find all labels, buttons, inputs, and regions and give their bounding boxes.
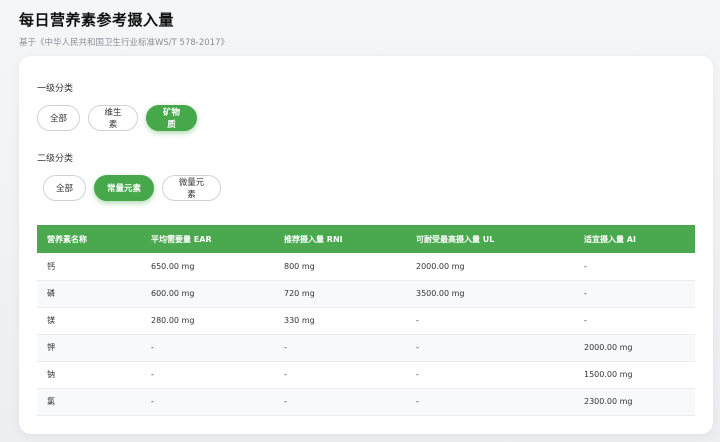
cell-ear: 650.00 mg [141, 253, 274, 281]
cell-name: 磷 [37, 280, 141, 308]
level1-chip-vitamin[interactable]: 维生素 [88, 105, 138, 131]
level2-chip-all[interactable]: 全部 [43, 175, 86, 201]
level2-label: 二级分类 [37, 154, 74, 164]
cell-ai: - [574, 307, 695, 335]
table-row: 镁 280.00 mg 330 mg - - [37, 307, 695, 335]
cell-name: 钠 [37, 361, 141, 389]
page-title: 每日营养素参考摄入量 [19, 11, 175, 29]
cell-ul: 3500.00 mg [406, 280, 574, 308]
level2-chip-row: 全部 常量元素 微量元素 [43, 175, 221, 201]
table-row: 钾 - - - 2000.00 mg [37, 334, 695, 362]
page-header: 每日营养素参考摄入量 基于《中华人民共和国卫生行业标准WS/T 578-2017… [19, 9, 229, 48]
cell-name: 氯 [37, 388, 141, 416]
cell-ear: - [141, 388, 274, 416]
level1-chip-mineral[interactable]: 矿物质 [146, 105, 197, 131]
nutrient-table: 营养素名称 平均需要量 EAR 推荐摄入量 RNI 可耐受最高摄入量 UL 适宜… [37, 225, 695, 416]
cell-ul: - [406, 334, 574, 362]
cell-ear: 600.00 mg [141, 280, 274, 308]
cell-rni: 720 mg [274, 280, 406, 308]
cell-name: 钾 [37, 334, 141, 362]
cell-rni: - [274, 361, 406, 389]
table-row: 氯 - - - 2300.00 mg [37, 388, 695, 416]
cell-ear: - [141, 361, 274, 389]
column-header-ai[interactable]: 适宜摄入量 AI [574, 225, 695, 253]
cell-ear: 280.00 mg [141, 307, 274, 335]
cell-ai: - [574, 253, 695, 281]
table-header-row: 营养素名称 平均需要量 EAR 推荐摄入量 RNI 可耐受最高摄入量 UL 适宜… [37, 225, 695, 253]
table-row: 磷 600.00 mg 720 mg 3500.00 mg - [37, 280, 695, 308]
cell-rni: - [274, 334, 406, 362]
level2-chip-macro[interactable]: 常量元素 [94, 175, 154, 201]
level1-label: 一级分类 [37, 84, 74, 94]
level1-chip-row: 全部 维生素 矿物质 [37, 105, 197, 131]
page-subtitle: 基于《中华人民共和国卫生行业标准WS/T 578-2017》 [19, 38, 229, 48]
cell-name: 镁 [37, 307, 141, 335]
column-header-ear[interactable]: 平均需要量 EAR [141, 225, 274, 253]
nutrient-table-wrap: 营养素名称 平均需要量 EAR 推荐摄入量 RNI 可耐受最高摄入量 UL 适宜… [37, 225, 695, 416]
cell-ul: - [406, 361, 574, 389]
column-header-rni[interactable]: 推荐摄入量 RNI [274, 225, 406, 253]
level1-chip-all[interactable]: 全部 [37, 105, 80, 131]
cell-rni: 330 mg [274, 307, 406, 335]
cell-ul: 2000.00 mg [406, 253, 574, 281]
cell-ul: - [406, 388, 574, 416]
table-row: 钠 - - - 1500.00 mg [37, 361, 695, 389]
cell-ai: 1500.00 mg [574, 361, 695, 389]
cell-rni: - [274, 388, 406, 416]
cell-name: 钙 [37, 253, 141, 281]
column-header-name[interactable]: 营养素名称 [37, 225, 141, 253]
cell-ai: 2300.00 mg [574, 388, 695, 416]
table-row: 钙 650.00 mg 800 mg 2000.00 mg - [37, 253, 695, 281]
filter-card: 一级分类 全部 维生素 矿物质 二级分类 全部 常量元素 微量元素 营养素名称 … [19, 56, 713, 434]
cell-rni: 800 mg [274, 253, 406, 281]
cell-ul: - [406, 307, 574, 335]
level2-chip-trace[interactable]: 微量元素 [162, 175, 221, 201]
cell-ai: 2000.00 mg [574, 334, 695, 362]
column-header-ul[interactable]: 可耐受最高摄入量 UL [406, 225, 574, 253]
cell-ai: - [574, 280, 695, 308]
cell-ear: - [141, 334, 274, 362]
